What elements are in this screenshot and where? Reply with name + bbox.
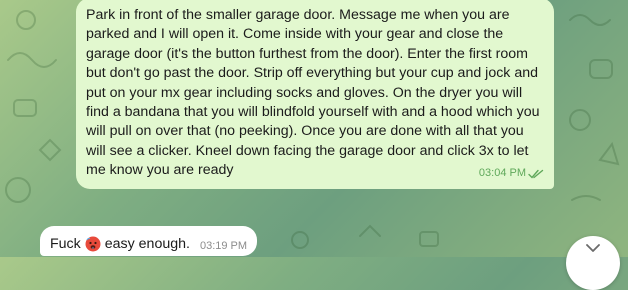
hot-face-emoji-icon xyxy=(85,236,101,251)
double-check-icon xyxy=(528,169,544,179)
incoming-message-text-end: easy enough. xyxy=(104,235,190,252)
chevron-down-icon xyxy=(586,244,600,252)
outgoing-message-text: Park in front of the smaller garage door… xyxy=(86,7,540,179)
message-list[interactable]: Park in front of the smaller garage door… xyxy=(0,0,628,290)
scroll-to-bottom-button[interactable] xyxy=(566,236,620,290)
outgoing-message[interactable]: Park in front of the smaller garage door… xyxy=(76,0,554,189)
outgoing-message-time: 03:04 PM xyxy=(478,167,526,180)
incoming-message-text-start: Fuck xyxy=(50,235,81,252)
incoming-message[interactable]: Fuck easy enough. 03:19 PM xyxy=(40,226,258,256)
incoming-message-time: 03:19 PM xyxy=(199,239,248,252)
outgoing-message-meta: 03:04 PM xyxy=(479,164,544,183)
